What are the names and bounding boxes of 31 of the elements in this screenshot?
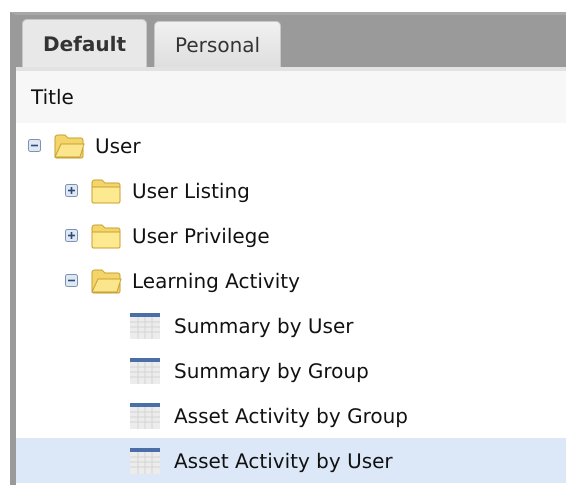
tree-item[interactable]: Asset Activity by Group	[16, 393, 566, 438]
tree-item[interactable]: Summary by Group	[16, 348, 566, 393]
folder-icon	[90, 178, 122, 204]
tab[interactable]: Default	[22, 19, 148, 67]
column-title: Title	[31, 85, 74, 109]
collapse-icon[interactable]	[65, 274, 78, 287]
table-icon	[130, 358, 160, 384]
item-label: User	[95, 134, 141, 158]
item-label: Asset Activity by Group	[174, 404, 408, 428]
folder-icon	[90, 268, 122, 294]
table-icon	[130, 312, 160, 338]
table-icon	[130, 402, 160, 428]
folder-icon	[90, 222, 122, 248]
table-icon	[130, 448, 160, 474]
item-label: Summary by User	[174, 314, 354, 338]
collapse-icon[interactable]	[28, 139, 41, 152]
item-label: User Listing	[132, 178, 250, 202]
tree-item[interactable]: Learning Activity	[16, 258, 566, 303]
expand-icon[interactable]	[65, 184, 78, 197]
folder-icon	[53, 132, 85, 158]
item-label: Learning Activity	[132, 268, 300, 292]
expand-icon[interactable]	[65, 229, 78, 242]
tree-item[interactable]: User Listing	[16, 168, 566, 213]
item-label: Summary by Group	[174, 358, 369, 382]
tree-item[interactable]: Asset Activity by User	[16, 438, 566, 483]
item-label: User Privilege	[132, 224, 270, 248]
tab[interactable]: Personal	[154, 21, 282, 67]
tree-item[interactable]: User	[16, 123, 566, 168]
item-label: Asset Activity by User	[174, 448, 393, 472]
tree-item[interactable]: Summary by User	[16, 303, 566, 348]
tree-item[interactable]: User Privilege	[16, 213, 566, 258]
